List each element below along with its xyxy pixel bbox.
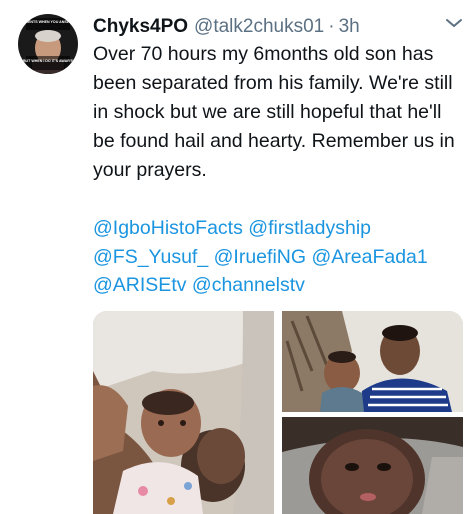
photo-image — [93, 311, 274, 514]
avatar-image: THE MOMENTS WHEN YOU ANSWER NOW BUT WHEN… — [18, 14, 78, 74]
display-name[interactable]: Chyks4PO — [93, 16, 188, 38]
tweet-header: Chyks4PO @talk2chuks01 · 3h — [93, 14, 360, 40]
mention-link[interactable]: @channelstv — [192, 274, 305, 296]
photo-image — [282, 417, 463, 514]
header-separator: · — [328, 16, 335, 37]
photo-father-and-baby[interactable] — [282, 311, 463, 412]
tweet-body: Over 70 hours my 6months old son has bee… — [93, 43, 455, 181]
media-grid — [93, 311, 463, 514]
mentions: @IgboHistoFacts @firstladyship @FS_Yusuf… — [93, 214, 463, 300]
avatar-caption-bottom: BUT WHEN I DO IT'S AWAR'S — [23, 59, 74, 63]
user-handle[interactable]: @talk2chuks01 — [194, 16, 324, 38]
tweet-text: Over 70 hours my 6months old son has bee… — [93, 40, 463, 185]
more-options-icon[interactable] — [442, 16, 466, 30]
photo-image — [282, 311, 463, 412]
photo-baby-with-father[interactable] — [93, 311, 274, 514]
avatar[interactable]: THE MOMENTS WHEN YOU ANSWER NOW BUT WHEN… — [18, 14, 78, 74]
mention-link[interactable]: @IgboHistoFacts — [93, 217, 243, 239]
timestamp[interactable]: 3h — [339, 16, 360, 38]
mention-link[interactable]: @FS_Yusuf_ — [93, 246, 208, 268]
avatar-caption-top: THE MOMENTS WHEN YOU ANSWER NOW — [18, 20, 78, 24]
tweet[interactable]: THE MOMENTS WHEN YOU ANSWER NOW BUT WHEN… — [0, 0, 474, 514]
mention-link[interactable]: @IruefiNG — [214, 246, 306, 268]
photo-baby-closeup[interactable] — [282, 417, 463, 514]
mention-link[interactable]: @firstladyship — [248, 217, 371, 239]
mention-link[interactable]: @ARISEtv — [93, 274, 186, 296]
mention-link[interactable]: @AreaFada1 — [311, 246, 427, 268]
